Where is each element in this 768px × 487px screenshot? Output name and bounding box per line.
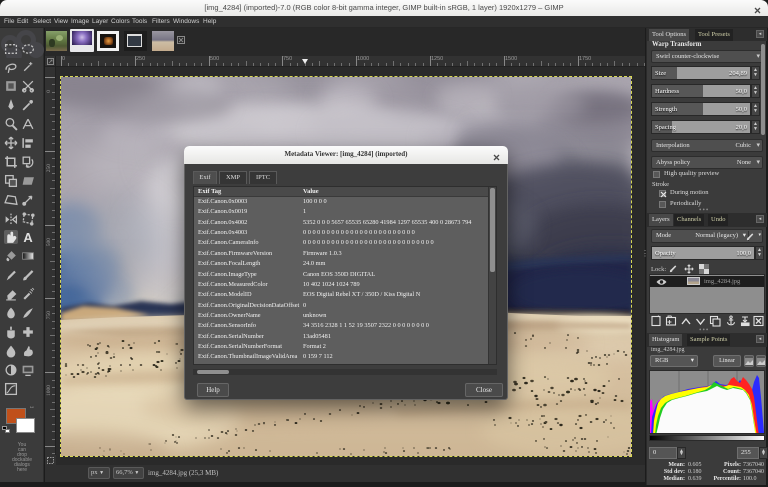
svg-text:A: A xyxy=(23,230,32,244)
